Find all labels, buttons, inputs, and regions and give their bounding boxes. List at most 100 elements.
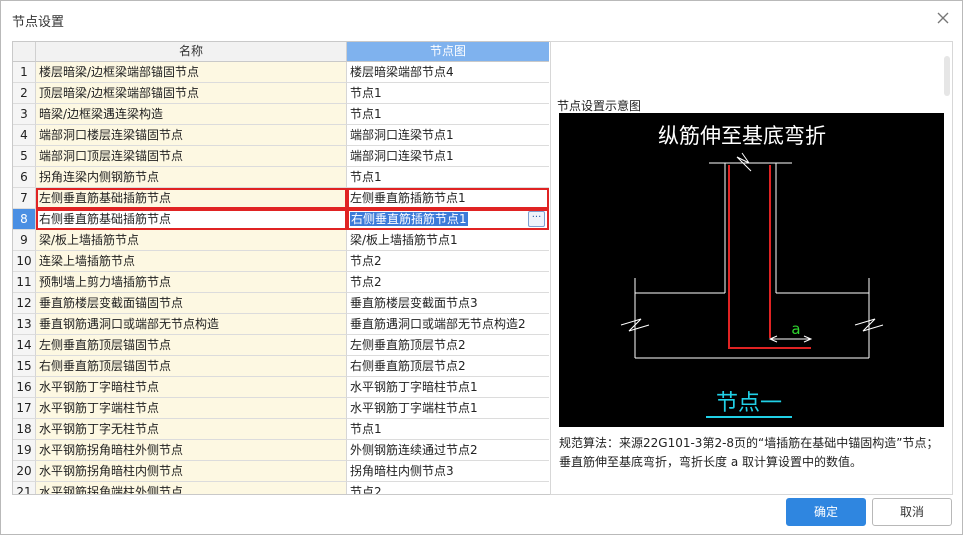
row-index[interactable]: 13 — [13, 314, 36, 335]
row-node-cell[interactable]: 拐角暗柱内侧节点3 — [347, 461, 549, 482]
table-row[interactable]: 1 楼层暗梁/边框梁端部锚固节点 楼层暗梁端部节点4 — [13, 62, 550, 83]
row-name-cell[interactable]: 左侧垂直筋顶层锚固节点 — [36, 335, 347, 356]
row-index[interactable]: 21 — [13, 482, 36, 494]
row-node-cell[interactable]: 节点1 — [347, 167, 549, 188]
row-name-cell[interactable]: 预制墙上剪力墙插筋节点 — [36, 272, 347, 293]
row-index[interactable]: 20 — [13, 461, 36, 482]
table-row[interactable]: 4 端部洞口楼层连梁锚固节点 端部洞口连梁节点1 — [13, 125, 550, 146]
row-name-cell[interactable]: 左侧垂直筋基础插筋节点 — [36, 188, 347, 209]
table-row[interactable]: 6 拐角连梁内侧钢筋节点 节点1 — [13, 167, 550, 188]
table-row[interactable]: 5 端部洞口顶层连梁锚固节点 端部洞口连梁节点1 — [13, 146, 550, 167]
row-name-cell[interactable]: 水平钢筋拐角暗柱内侧节点 — [36, 461, 347, 482]
table-row[interactable]: 8 右侧垂直筋基础插筋节点 右侧垂直筋插筋节点1 ··· — [13, 209, 550, 230]
cancel-button[interactable]: 取消 — [872, 498, 952, 526]
row-node-cell[interactable]: 节点2 — [347, 482, 549, 494]
table-row[interactable]: 20 水平钢筋拐角暗柱内侧节点 拐角暗柱内侧节点3 — [13, 461, 550, 482]
node-settings-table: 名称 节点图 1 楼层暗梁/边框梁端部锚固节点 楼层暗梁端部节点4 2 顶层暗梁/边框梁… — [12, 41, 551, 495]
row-name-cell[interactable]: 端部洞口顶层连梁锚固节点 — [36, 146, 347, 167]
table-row[interactable]: 17 水平钢筋丁字端柱节点 水平钢筋丁字端柱节点1 — [13, 398, 550, 419]
row-name-cell[interactable]: 顶层暗梁/边框梁端部锚固节点 — [36, 83, 347, 104]
row-name-cell[interactable]: 右侧垂直筋顶层锚固节点 — [36, 356, 347, 377]
row-index[interactable]: 17 — [13, 398, 36, 419]
row-name-cell[interactable]: 垂直筋楼层变截面锚固节点 — [36, 293, 347, 314]
row-index[interactable]: 8 — [13, 209, 36, 230]
row-node-cell[interactable]: 外侧钢筋连续通过节点2 — [347, 440, 549, 461]
diagram-svg: 纵筋伸至基底弯折 a 节点一 — [620, 124, 884, 418]
row-node-cell[interactable]: 左侧垂直筋插筋节点1 — [347, 188, 549, 209]
preview-label: 节点设置示意图 — [557, 99, 642, 113]
table-row[interactable]: 14 左侧垂直筋顶层锚固节点 左侧垂直筋顶层节点2 — [13, 335, 550, 356]
row-index[interactable]: 3 — [13, 104, 36, 125]
table-row[interactable]: 9 梁/板上墙插筋节点 梁/板上墙插筋节点1 — [13, 230, 550, 251]
row-index[interactable]: 1 — [13, 62, 36, 83]
row-index[interactable]: 5 — [13, 146, 36, 167]
dimension-label: a — [791, 320, 800, 338]
row-name-cell[interactable]: 水平钢筋丁字暗柱节点 — [36, 377, 347, 398]
row-index[interactable]: 2 — [13, 83, 36, 104]
row-node-cell[interactable]: 楼层暗梁端部节点4 — [347, 62, 549, 83]
row-name-cell[interactable]: 水平钢筋丁字端柱节点 — [36, 398, 347, 419]
row-name-cell[interactable]: 楼层暗梁/边框梁端部锚固节点 — [36, 62, 347, 83]
ok-button[interactable]: 确定 — [786, 498, 866, 526]
table-row[interactable]: 11 预制墙上剪力墙插筋节点 节点2 — [13, 272, 550, 293]
row-name-cell[interactable]: 水平钢筋拐角暗柱外侧节点 — [36, 440, 347, 461]
row-name-cell[interactable]: 水平钢筋丁字无柱节点 — [36, 419, 347, 440]
row-name-cell[interactable]: 暗梁/边框梁遇连梁构造 — [36, 104, 347, 125]
row-index[interactable]: 18 — [13, 419, 36, 440]
row-index[interactable]: 11 — [13, 272, 36, 293]
row-node-cell[interactable]: 节点1 — [347, 419, 549, 440]
row-node-cell[interactable]: 节点1 — [347, 104, 549, 125]
table-row[interactable]: 13 垂直钢筋遇洞口或端部无节点构造 垂直筋遇洞口或端部无节点构造2 — [13, 314, 550, 335]
row-node-cell[interactable]: 梁/板上墙插筋节点1 — [347, 230, 549, 251]
header-node-diagram[interactable]: 节点图 — [347, 42, 549, 62]
header-name[interactable]: 名称 — [36, 42, 347, 62]
row-name-cell[interactable]: 垂直钢筋遇洞口或端部无节点构造 — [36, 314, 347, 335]
row-index[interactable]: 19 — [13, 440, 36, 461]
title-bar: 节点设置 — [1, 1, 962, 37]
row-name-cell[interactable]: 连梁上墙插筋节点 — [36, 251, 347, 272]
table-row[interactable]: 3 暗梁/边框梁遇连梁构造 节点1 — [13, 104, 550, 125]
row-node-cell[interactable]: 端部洞口连梁节点1 — [347, 125, 549, 146]
table-row[interactable]: 2 顶层暗梁/边框梁端部锚固节点 节点1 — [13, 83, 550, 104]
table-row[interactable]: 21 水平钢筋拐角端柱外侧节点 节点2 — [13, 482, 550, 494]
row-index[interactable]: 14 — [13, 335, 36, 356]
ellipsis-button[interactable]: ··· — [528, 211, 545, 227]
table-row[interactable]: 18 水平钢筋丁字无柱节点 节点1 — [13, 419, 550, 440]
table-row[interactable]: 15 右侧垂直筋顶层锚固节点 右侧垂直筋顶层节点2 — [13, 356, 550, 377]
diagram-title: 纵筋伸至基底弯折 — [658, 124, 826, 148]
row-name-cell[interactable]: 拐角连梁内侧钢筋节点 — [36, 167, 347, 188]
row-name-cell[interactable]: 右侧垂直筋基础插筋节点 — [36, 209, 347, 230]
row-index[interactable]: 9 — [13, 230, 36, 251]
row-node-cell[interactable]: 节点2 — [347, 251, 549, 272]
scrollbar[interactable] — [944, 56, 950, 96]
row-node-cell[interactable]: 垂直筋遇洞口或端部无节点构造2 — [347, 314, 549, 335]
row-node-cell[interactable]: 垂直筋楼层变截面节点3 — [347, 293, 549, 314]
row-name-cell[interactable]: 梁/板上墙插筋节点 — [36, 230, 347, 251]
table-row[interactable]: 10 连梁上墙插筋节点 节点2 — [13, 251, 550, 272]
row-node-cell[interactable]: 节点1 — [347, 83, 549, 104]
close-icon[interactable] — [934, 9, 952, 27]
row-node-cell[interactable]: 右侧垂直筋顶层节点2 — [347, 356, 549, 377]
table-row[interactable]: 19 水平钢筋拐角暗柱外侧节点 外侧钢筋连续通过节点2 — [13, 440, 550, 461]
row-index[interactable]: 12 — [13, 293, 36, 314]
table-header: 名称 节点图 — [13, 42, 550, 62]
row-index[interactable]: 15 — [13, 356, 36, 377]
row-node-cell[interactable]: 右侧垂直筋插筋节点1 ··· — [347, 209, 549, 230]
row-node-cell[interactable]: 水平钢筋丁字暗柱节点1 — [347, 377, 549, 398]
row-index[interactable]: 4 — [13, 125, 36, 146]
selected-node-value[interactable]: 右侧垂直筋插筋节点1 — [350, 212, 468, 226]
row-node-cell[interactable]: 左侧垂直筋顶层节点2 — [347, 335, 549, 356]
table-row[interactable]: 12 垂直筋楼层变截面锚固节点 垂直筋楼层变截面节点3 — [13, 293, 550, 314]
row-index[interactable]: 10 — [13, 251, 36, 272]
table-row[interactable]: 16 水平钢筋丁字暗柱节点 水平钢筋丁字暗柱节点1 — [13, 377, 550, 398]
row-name-cell[interactable]: 端部洞口楼层连梁锚固节点 — [36, 125, 347, 146]
node-settings-dialog: 节点设置 名称 节点图 1 楼层暗梁/边框梁端部锚固节点 楼层暗梁端部节点4 2 顶层暗… — [0, 0, 963, 535]
row-node-cell[interactable]: 水平钢筋丁字端柱节点1 — [347, 398, 549, 419]
row-index[interactable]: 7 — [13, 188, 36, 209]
table-row[interactable]: 7 左侧垂直筋基础插筋节点 左侧垂直筋插筋节点1 — [13, 188, 550, 209]
row-name-cell[interactable]: 水平钢筋拐角端柱外侧节点 — [36, 482, 347, 494]
row-node-cell[interactable]: 端部洞口连梁节点1 — [347, 146, 549, 167]
row-index[interactable]: 16 — [13, 377, 36, 398]
row-node-cell[interactable]: 节点2 — [347, 272, 549, 293]
row-index[interactable]: 6 — [13, 167, 36, 188]
